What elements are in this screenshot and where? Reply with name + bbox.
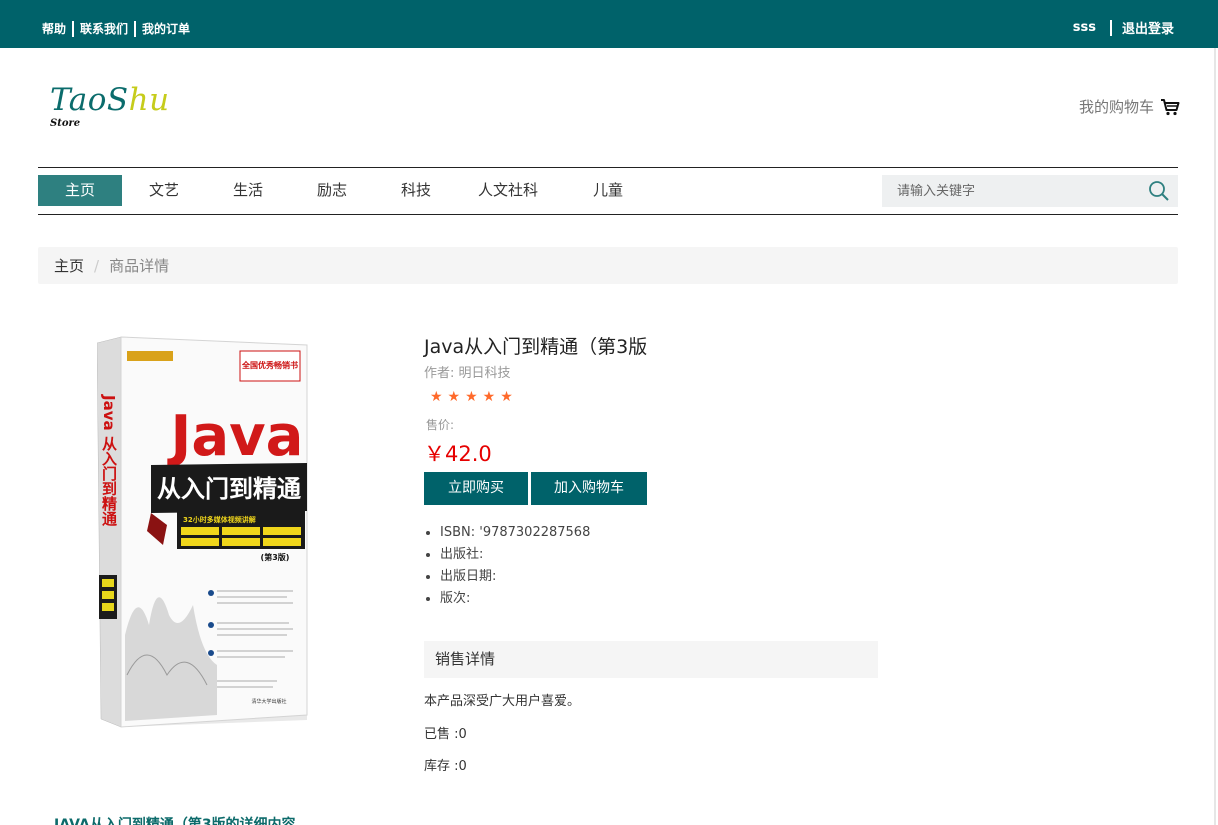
cover-feature: 32小时多媒体视频讲解 <box>183 515 256 524</box>
spine-title: Java 从入门到精通 <box>100 394 118 526</box>
book-cover-image: Java 从入门到精通 全国优秀畅销书 Java 从入门到精通 32小时多媒体视… <box>97 336 308 728</box>
my-orders-link[interactable]: 我的订单 <box>142 20 190 37</box>
cover-subtitle: 从入门到精通 <box>157 475 301 503</box>
sold-count: 已售 :0 <box>424 727 467 742</box>
divider <box>134 20 137 37</box>
nav-item-humanities[interactable]: 人文社科 <box>458 175 558 206</box>
nav-item-tech[interactable]: 科技 <box>374 175 458 206</box>
search-icon[interactable] <box>1148 180 1170 202</box>
help-link[interactable]: 帮助 <box>42 20 66 37</box>
stock-count: 库存 :0 <box>424 759 467 774</box>
buy-now-button[interactable]: 立即购买 <box>424 472 528 505</box>
add-to-cart-button[interactable]: 加入购物车 <box>531 472 647 505</box>
sales-details-header: 销售详情 <box>424 641 878 678</box>
breadcrumb-separator: / <box>94 256 100 275</box>
logout-link[interactable]: 退出登录 <box>1122 18 1174 37</box>
logo-text: TaoShu <box>50 82 170 118</box>
cover-publisher: 清华大学出版社 <box>251 698 286 705</box>
detail-section-title: JAVA从入门到精通（第3版的详细内容 <box>54 817 296 825</box>
cart-icon <box>1161 98 1180 115</box>
nav-item-literature[interactable]: 文艺 <box>122 175 206 206</box>
search-input[interactable] <box>882 175 1132 207</box>
top-bar: 帮助 联系我们 我的订单 sss 退出登录 <box>0 0 1218 48</box>
price-label: 售价: <box>426 418 455 432</box>
breadcrumb: 主页 / 商品详情 <box>38 247 1178 284</box>
nav-divider-top <box>38 167 1178 168</box>
product-author: 作者: 明日科技 <box>424 366 511 381</box>
main-nav: 主页 文艺 生活 励志 科技 人文社科 儿童 <box>38 175 658 206</box>
nav-item-home[interactable]: 主页 <box>38 175 122 206</box>
divider <box>1109 19 1112 36</box>
username-link[interactable]: sss <box>1073 20 1096 35</box>
breadcrumb-home[interactable]: 主页 <box>54 255 84 276</box>
cover-edition: (第3版) <box>261 552 290 562</box>
spec-isbn: ISBN: '9787302287568 <box>440 522 590 544</box>
logo-sub: Store <box>50 118 81 129</box>
product-specs: ISBN: '9787302287568 出版社: 出版日期: 版次: <box>440 522 590 610</box>
my-cart-link[interactable]: 我的购物车 <box>1079 96 1180 117</box>
cart-label: 我的购物车 <box>1078 98 1154 116</box>
product-title: Java从入门到精通（第3版 <box>424 336 648 358</box>
nav-item-life[interactable]: 生活 <box>206 175 290 206</box>
product-price: ￥42.0 <box>424 442 492 466</box>
page-border <box>1214 48 1216 825</box>
nav-item-inspiration[interactable]: 励志 <box>290 175 374 206</box>
spec-edition: 版次: <box>440 588 590 610</box>
logo[interactable]: TaoShu Store <box>50 84 170 129</box>
spec-publisher: 出版社: <box>440 544 590 566</box>
divider <box>72 20 75 37</box>
search-box <box>882 175 1178 207</box>
nav-item-children[interactable]: 儿童 <box>558 175 658 206</box>
badge-text: 全国优秀畅销书 <box>241 360 298 370</box>
nav-divider-bottom <box>38 214 1178 215</box>
top-links: 帮助 联系我们 我的订单 <box>42 20 190 37</box>
cover-title: Java <box>167 404 304 469</box>
user-area: sss 退出登录 <box>1073 18 1174 37</box>
spec-publish-date: 出版日期: <box>440 566 590 588</box>
contact-link[interactable]: 联系我们 <box>80 20 128 37</box>
breadcrumb-current: 商品详情 <box>109 257 170 275</box>
rating-stars: ★★★★★ <box>430 389 518 405</box>
sales-description: 本产品深受广大用户喜爱。 <box>424 694 581 709</box>
